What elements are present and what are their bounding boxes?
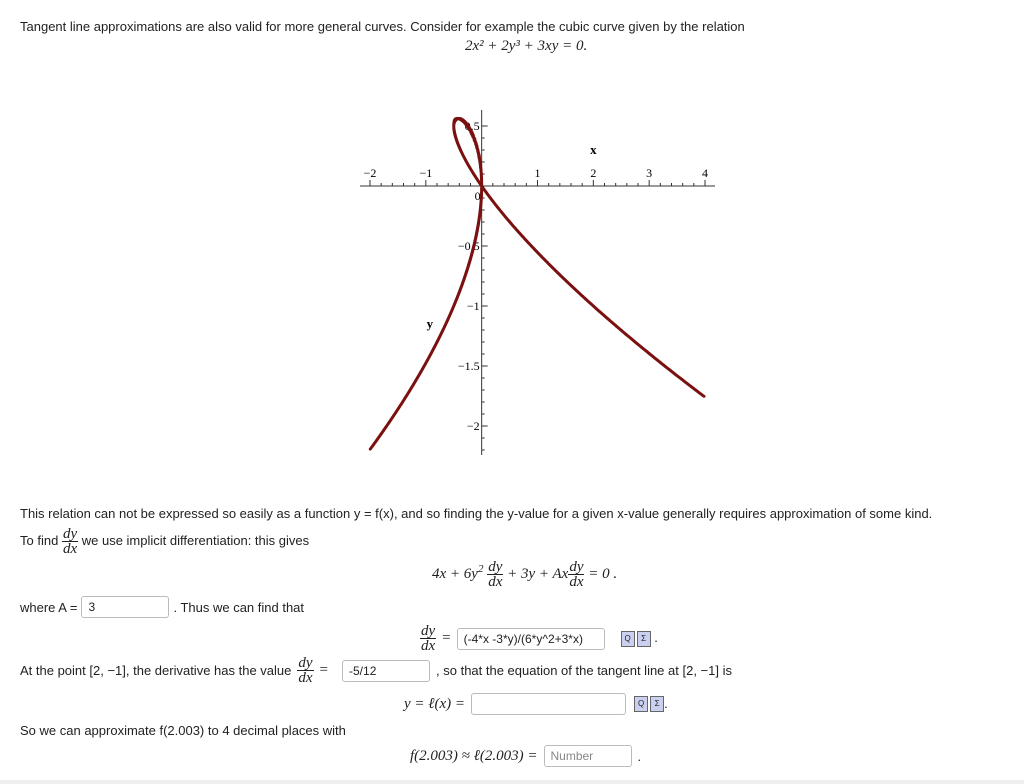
y-tick-label: −1.5	[458, 359, 480, 373]
x-tick-label: −2	[364, 166, 377, 180]
approx-input[interactable]	[543, 745, 632, 767]
where-a-label: where A =	[20, 599, 78, 615]
relation-equation: 2x² + 2y³ + 3xy = 0.	[465, 38, 588, 54]
curve-plot: −2 −101 2 3 40.5−0.5−1−1.5−2xy	[360, 110, 715, 455]
dydx-row: dydx = QΣ .	[420, 624, 658, 654]
x-axis-label: x	[590, 142, 597, 157]
thus-text: . Thus we can find that	[173, 599, 305, 615]
paragraph: This relation can not be expressed so ea…	[20, 506, 933, 521]
y-tick-label: −2	[467, 419, 480, 433]
x-tick-label: −1	[419, 166, 432, 180]
implicit-equation: 4x + 6y2 dy dx + 3y + Ax dy dx = 0 .	[432, 559, 618, 590]
preview-icon[interactable]: Q	[634, 696, 649, 713]
preview-icon[interactable]: Q	[620, 630, 635, 647]
dydx-input[interactable]	[456, 627, 605, 650]
tangent-input[interactable]	[471, 693, 627, 715]
equation-editor-icon[interactable]: Σ	[636, 630, 651, 647]
intro-text: Tangent line approximations are also val…	[20, 19, 745, 34]
y-axis-label: y	[427, 316, 434, 331]
page-bottom-bar	[0, 780, 1024, 784]
equation-editor-icon[interactable]: Σ	[650, 696, 665, 713]
derivative-row: At the point [2, −1], the derivative has…	[20, 656, 732, 686]
tangent-label: y = ℓ(x) =	[404, 695, 466, 712]
so-that-text: , so that the equation of the tangent li…	[436, 663, 732, 678]
x-tick-label: 3	[646, 166, 652, 180]
where-a-row: where A = . Thus we can find that	[20, 596, 304, 618]
x-tick-label: 1	[535, 166, 541, 180]
tangent-row: y = ℓ(x) = QΣ.	[404, 693, 668, 715]
x-tick-label: 4	[702, 166, 708, 180]
approx-label: f(2.003) ≈ ℓ(2.003) =	[410, 747, 538, 764]
at-point-text: At the point [2, −1], the derivative has…	[20, 663, 292, 678]
approx-row: f(2.003) ≈ ℓ(2.003) = .	[410, 745, 641, 767]
derivative-input[interactable]	[342, 659, 431, 682]
to-find-line: To find dy dx we use implicit differentia…	[20, 526, 310, 557]
x-tick-label: 2	[590, 166, 596, 180]
dydx-fraction: dy dx	[61, 526, 79, 557]
y-tick-label: −1	[467, 299, 480, 313]
a-input[interactable]	[81, 596, 170, 618]
to-find-text-2: we use implicit differentiation: this gi…	[81, 532, 310, 548]
approx-text: So we can approximate f(2.003) to 4 deci…	[20, 723, 346, 738]
to-find-text: To find	[20, 532, 59, 548]
